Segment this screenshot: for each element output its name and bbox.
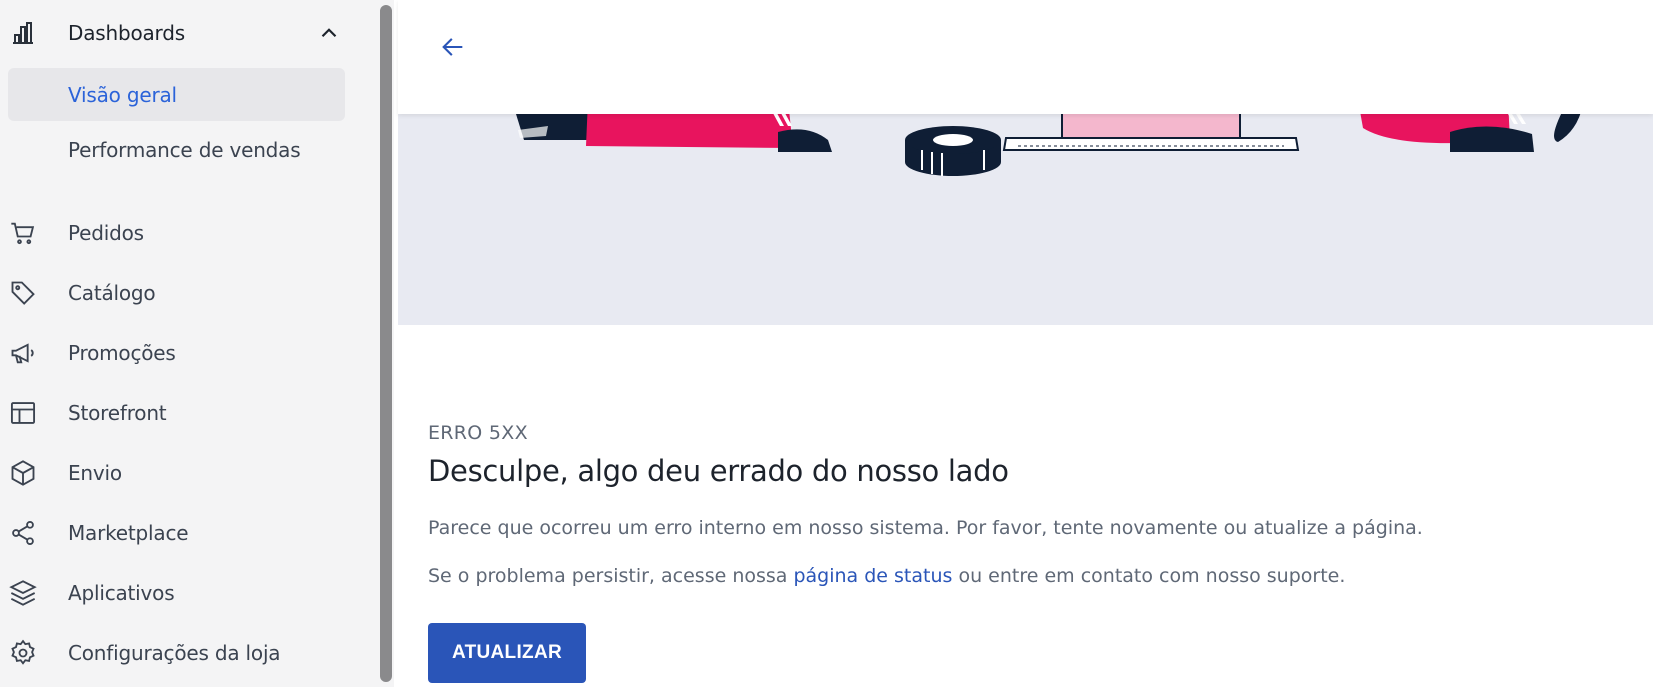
megaphone-icon bbox=[9, 339, 37, 367]
sidebar-item-marketplace[interactable]: Marketplace bbox=[0, 508, 376, 558]
status-page-link[interactable]: página de status bbox=[793, 565, 952, 587]
sidebar-subitem-visao-geral[interactable]: Visão geral bbox=[8, 68, 345, 121]
sidebar-item-label: Promoções bbox=[68, 341, 176, 365]
sidebar-item-storefront[interactable]: Storefront bbox=[0, 388, 376, 438]
sidebar-item-label: Marketplace bbox=[68, 521, 189, 545]
error-help-text: Se o problema persistir, acesse nossa pá… bbox=[428, 565, 1345, 587]
sidebar-group-label: Dashboards bbox=[68, 21, 185, 45]
bar-chart-icon bbox=[9, 19, 37, 47]
share-icon bbox=[9, 519, 37, 547]
help-text-after: ou entre em contato com nosso suporte. bbox=[952, 565, 1346, 587]
layout-icon bbox=[9, 399, 37, 427]
sidebar-item-label: Aplicativos bbox=[68, 581, 175, 605]
sidebar-group-dashboards[interactable]: Dashboards bbox=[0, 8, 376, 58]
gear-icon bbox=[9, 639, 37, 667]
back-button[interactable] bbox=[434, 28, 472, 66]
error-code: ERRO 5XX bbox=[428, 422, 528, 444]
sidebar-subitem-performance[interactable]: Performance de vendas bbox=[8, 123, 345, 176]
error-description: Parece que ocorreu um erro interno em no… bbox=[428, 517, 1423, 539]
main-content: ERRO 5XX Desculpe, algo deu errado do no… bbox=[398, 0, 1653, 687]
error-title: Desculpe, algo deu errado do nosso lado bbox=[428, 454, 1009, 488]
sidebar-item-promocoes[interactable]: Promoções bbox=[0, 328, 376, 378]
sidebar-subitem-label: Visão geral bbox=[68, 82, 177, 107]
arrow-left-icon bbox=[442, 38, 463, 56]
sidebar-item-pedidos[interactable]: Pedidos bbox=[0, 208, 376, 258]
cart-icon bbox=[9, 219, 37, 247]
sidebar-item-envio[interactable]: Envio bbox=[0, 448, 376, 498]
top-bar bbox=[398, 0, 1653, 114]
sidebar-item-configuracoes[interactable]: Configurações da loja bbox=[0, 628, 376, 678]
sidebar-scrollbar-thumb[interactable] bbox=[380, 5, 392, 682]
sidebar-item-label: Configurações da loja bbox=[68, 641, 281, 665]
sidebar-item-label: Storefront bbox=[68, 401, 167, 425]
refresh-button[interactable]: ATUALIZAR bbox=[428, 623, 586, 683]
chevron-up-icon[interactable] bbox=[316, 20, 342, 46]
sidebar-item-label: Envio bbox=[68, 461, 122, 485]
sidebar-item-label: Pedidos bbox=[68, 221, 144, 245]
sidebar: Dashboards Visão geral Performance de ve… bbox=[0, 0, 376, 687]
help-text-before: Se o problema persistir, acesse nossa bbox=[428, 565, 794, 587]
sidebar-item-label: Catálogo bbox=[68, 281, 156, 305]
sidebar-item-aplicativos[interactable]: Aplicativos bbox=[0, 568, 376, 618]
sidebar-item-catalogo[interactable]: Catálogo bbox=[0, 268, 376, 318]
tag-icon bbox=[9, 279, 37, 307]
layers-icon bbox=[9, 579, 37, 607]
sidebar-subitem-label: Performance de vendas bbox=[68, 137, 301, 162]
box-icon bbox=[9, 459, 37, 487]
